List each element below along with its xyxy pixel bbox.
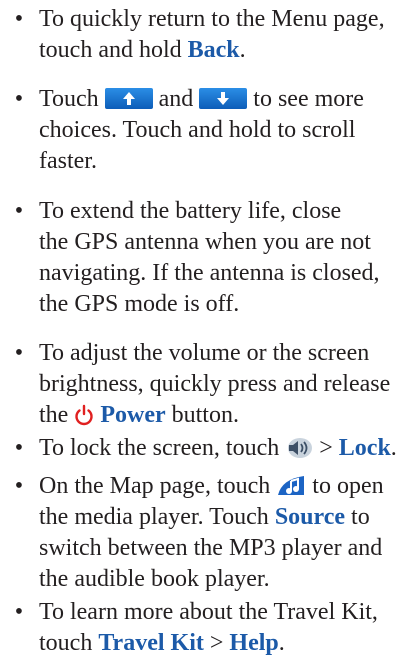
tip-line: brightness, quickly press and release [39,371,391,397]
tip-line: the Power button. [39,400,415,431]
tip-text-segment: button. [165,402,239,428]
tip-line: touch Travel Kit > Help. [39,628,415,659]
tip-text-segment: Touch [39,86,99,112]
tip-line: touch and hold Back. [39,35,415,66]
tip-text-segment: . [390,435,397,461]
tip-text-segment: and [158,86,194,112]
tip-line: the media player. Touch Source to [39,502,415,533]
tip-text: On the Map page, touch to open the media… [39,471,415,595]
tip-line: Touch and to see more [39,84,415,115]
bullet: • [14,340,24,366]
tip-text-segment: > [313,435,339,461]
tip-line: the GPS mode is off. [39,291,240,317]
help-keyword: Help [229,630,279,656]
tip-text-segment: to [345,504,370,530]
tip-text: To learn more about the Travel Kit, touc… [39,597,415,659]
tip-line: To adjust the volume or the screen [39,340,370,366]
tip-text-segment: . [239,37,246,63]
tip-text-segment: . [278,630,285,656]
tip-text-segment: the [39,402,75,428]
tip-text: To adjust the volume or the screen brigh… [39,338,415,431]
source-keyword: Source [274,504,346,530]
tip-line: On the Map page, touch to open [39,471,415,502]
tip-line: the GPS antenna when you are not [39,229,371,255]
back-keyword: Back [187,37,240,63]
tip-line: To extend the battery life, close [39,198,342,224]
tip-text: To extend the battery life, close the GP… [39,196,415,320]
tip-text-segment: to see more [253,86,364,112]
down-arrow-button-icon [199,88,248,109]
tip-text-segment: On the Map page, touch [39,473,277,499]
tip-text-segment: To lock the screen, touch [39,435,286,461]
bullet: • [14,6,24,32]
bullet: • [14,599,24,625]
up-arrow-button-icon [104,88,153,109]
tip-text: To quickly return to the Menu page, touc… [39,4,415,66]
volume-speaker-icon [285,437,313,468]
bullet: • [14,473,24,499]
travel-kit-keyword: Travel Kit [98,630,204,656]
tip-line: the audible book player. [39,566,270,592]
tip-line: navigating. If the antenna is closed, [39,260,380,286]
tip-text: To lock the screen, touch > Lock. [39,433,415,464]
tip-text: Touch and to see more choices. Touch and… [39,84,415,177]
tip-line: To learn more about the Travel Kit, [39,599,378,625]
tip-text-segment: > [203,630,230,656]
tip-line: switch between the MP3 player and [39,535,383,561]
tip-line: To quickly return to the Menu page, [39,6,385,32]
lock-keyword: Lock [338,435,391,461]
bullet: • [14,198,24,224]
tip-line: choices. Touch and hold to scroll [39,117,356,143]
tip-line: To lock the screen, touch > Lock. [39,433,415,464]
power-icon [74,404,94,435]
bullet: • [14,86,24,112]
tip-text-segment: touch and hold [39,37,188,63]
tip-text-segment: the media player. Touch [39,504,275,530]
bullet: • [14,435,24,461]
power-keyword: Power [100,402,166,428]
tip-text-segment: touch [39,630,99,656]
tip-text-segment: to open [306,473,384,499]
tip-line: faster. [39,148,97,174]
